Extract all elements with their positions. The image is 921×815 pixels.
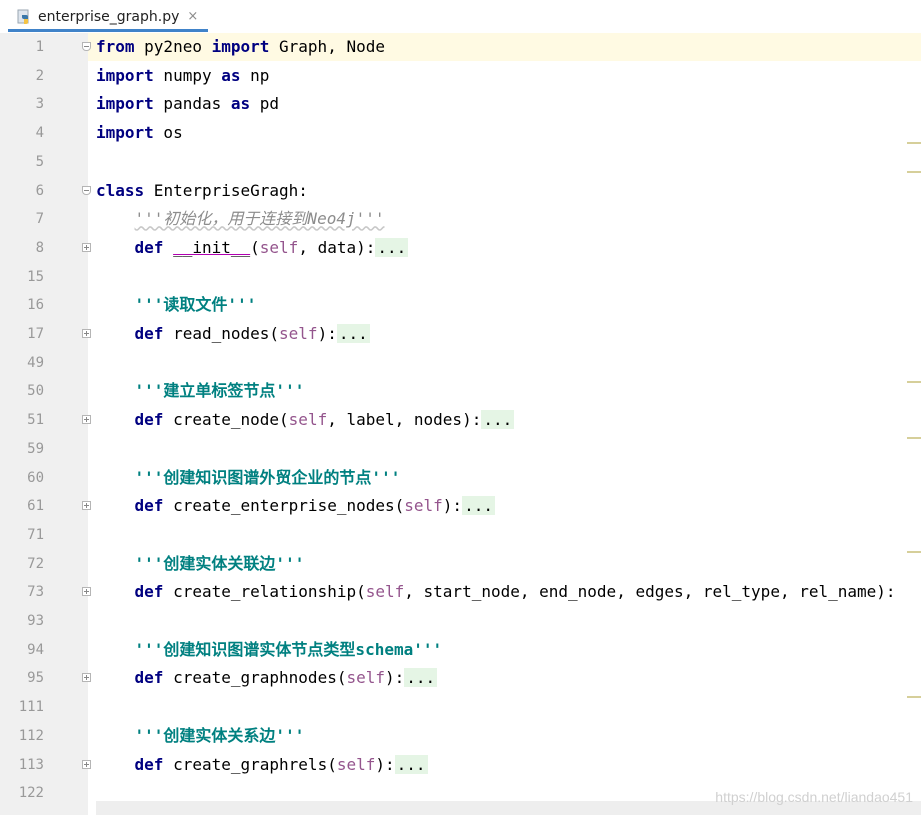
line-number: 61 xyxy=(27,498,44,515)
scroll-marker xyxy=(907,437,921,439)
fold-expand-icon[interactable] xyxy=(82,242,91,252)
code-text: def create_graphnodes(self):... xyxy=(134,668,438,688)
scroll-marker xyxy=(907,551,921,553)
code-text: def create_relationship(self, start_node… xyxy=(134,582,896,602)
tab-enterprise-graph[interactable]: enterprise_graph.py × xyxy=(8,4,208,32)
code-text: import os xyxy=(96,123,183,143)
code-line[interactable]: 17 def read_nodes(self):... xyxy=(0,320,921,349)
code-line[interactable]: 111 xyxy=(0,693,921,722)
code-text: def create_enterprise_nodes(self):... xyxy=(134,496,495,516)
line-number: 72 xyxy=(27,555,44,572)
code-text: class EnterpriseGragh: xyxy=(96,180,308,200)
line-number: 15 xyxy=(27,268,44,285)
code-text: '''创建实体关系边''' xyxy=(134,725,305,745)
code-line[interactable]: 93 xyxy=(0,607,921,636)
code-text: '''创建知识图谱外贸企业的节点''' xyxy=(134,467,401,487)
python-file-icon xyxy=(17,9,29,24)
line-number: 93 xyxy=(27,613,44,629)
code-line[interactable]: 6 class EnterpriseGragh: xyxy=(0,177,921,206)
tab-filename: enterprise_graph.py xyxy=(38,8,180,25)
code-line[interactable]: 16 '''读取文件''' xyxy=(0,291,921,320)
line-number: 2 xyxy=(35,67,44,84)
scroll-marker xyxy=(907,142,921,144)
line-number: 16 xyxy=(27,297,44,314)
fold-expand-icon[interactable] xyxy=(82,759,91,769)
code-line[interactable]: 3 import pandas as pd xyxy=(0,90,921,119)
code-text: import numpy as np xyxy=(96,65,270,85)
scroll-marker xyxy=(907,381,921,383)
line-number: 122 xyxy=(18,785,44,802)
code-line[interactable]: 8 def __init__(self, data):... xyxy=(0,234,921,263)
code-text: import pandas as pd xyxy=(96,94,280,114)
code-line[interactable]: 1 from py2neo import Graph, Node xyxy=(0,33,921,62)
code-line[interactable]: 51 def create_node(self, label, nodes):.… xyxy=(0,406,921,435)
line-number: 8 xyxy=(35,239,44,256)
line-number: 7 xyxy=(35,211,44,228)
code-line[interactable]: 7 '''初始化，用于连接到Neo4j''' xyxy=(0,205,921,234)
code-text: '''读取文件''' xyxy=(134,295,257,315)
code-line[interactable]: 15 xyxy=(0,263,921,292)
line-number: 3 xyxy=(35,96,44,113)
fold-expand-icon[interactable] xyxy=(82,501,91,511)
code-text: '''创建知识图谱实体节点类型schema''' xyxy=(134,639,443,659)
code-line[interactable]: 71 xyxy=(0,521,921,550)
line-number: 94 xyxy=(27,641,44,658)
fold-expand-icon[interactable] xyxy=(82,673,91,683)
code-line[interactable]: 94 '''创建知识图谱实体节点类型schema''' xyxy=(0,636,921,665)
line-number: 113 xyxy=(18,756,44,773)
code-line[interactable]: 72 '''创建实体关联边''' xyxy=(0,550,921,579)
line-number: 51 xyxy=(27,412,44,429)
line-number: 49 xyxy=(27,354,44,371)
code-line[interactable]: 73 def create_relationship(self, start_n… xyxy=(0,578,921,607)
code-line[interactable]: 5 xyxy=(0,148,921,177)
code-line[interactable]: 112 '''创建实体关系边''' xyxy=(0,722,921,751)
watermark: https://blog.csdn.net/liandao451 xyxy=(715,789,913,805)
scroll-marker xyxy=(907,696,921,698)
code-line[interactable]: 49 xyxy=(0,349,921,378)
code-text: def create_graphrels(self):... xyxy=(134,754,428,774)
code-line[interactable]: 59 xyxy=(0,435,921,464)
line-number: 4 xyxy=(35,125,44,142)
code-text: def create_node(self, label, nodes):... xyxy=(134,410,515,430)
code-text: '''初始化，用于连接到Neo4j''' xyxy=(134,209,385,229)
code-line[interactable]: 4 import os xyxy=(0,119,921,148)
code-line[interactable]: 61 def create_enterprise_nodes(self):... xyxy=(0,492,921,521)
code-text: '''创建实体关联边''' xyxy=(134,553,305,573)
code-line[interactable]: 50 '''建立单标签节点''' xyxy=(0,377,921,406)
fold-collapse-icon[interactable] xyxy=(82,42,91,51)
line-number: 1 xyxy=(35,39,44,55)
line-number: 50 xyxy=(27,383,44,400)
line-number: 6 xyxy=(35,182,44,199)
line-number: 5 xyxy=(35,153,44,170)
close-tab-icon[interactable]: × xyxy=(187,9,198,24)
line-number: 112 xyxy=(18,727,44,744)
line-number: 59 xyxy=(27,440,44,457)
fold-expand-icon[interactable] xyxy=(82,329,91,338)
code-line[interactable]: 60 '''创建知识图谱外贸企业的节点''' xyxy=(0,464,921,493)
fold-collapse-icon[interactable] xyxy=(82,185,91,195)
code-text: def read_nodes(self):... xyxy=(134,324,370,343)
code-line[interactable]: 2 import numpy as np xyxy=(0,62,921,91)
fold-expand-icon[interactable] xyxy=(82,415,91,425)
line-number: 73 xyxy=(27,584,44,601)
line-number: 95 xyxy=(27,670,44,687)
code-text: '''建立单标签节点''' xyxy=(134,381,305,401)
code-text: def __init__(self, data):... xyxy=(134,237,409,257)
scroll-marker xyxy=(907,171,921,173)
code-text: from py2neo import Graph, Node xyxy=(96,37,385,56)
code-line[interactable]: 113 def create_graphrels(self):... xyxy=(0,751,921,780)
code-line[interactable]: 95 def create_graphnodes(self):... xyxy=(0,664,921,693)
line-number: 71 xyxy=(27,526,44,543)
fold-expand-icon[interactable] xyxy=(82,587,91,597)
editor-tab-bar: enterprise_graph.py × xyxy=(0,0,921,34)
line-number: 60 xyxy=(27,469,44,486)
line-number: 17 xyxy=(27,326,44,342)
line-number: 111 xyxy=(18,699,44,716)
